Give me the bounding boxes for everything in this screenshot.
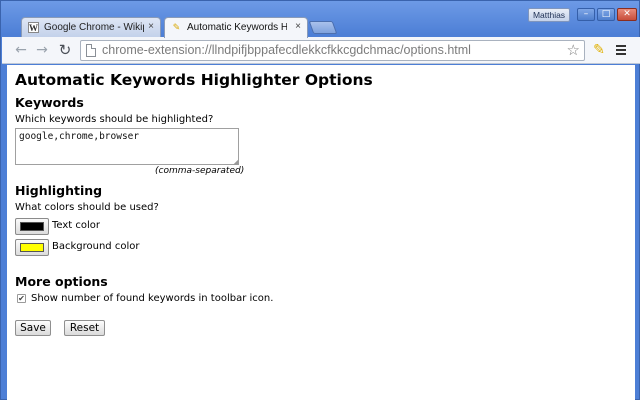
bookmark-star-icon[interactable]: ☆ bbox=[567, 41, 580, 59]
background-color-picker[interactable] bbox=[15, 239, 49, 256]
keywords-textarea[interactable]: google,chrome,browser bbox=[15, 128, 239, 165]
new-tab-button[interactable] bbox=[308, 21, 338, 34]
tab-title: Google Chrome - Wikiped bbox=[44, 22, 144, 33]
keywords-question: Which keywords should be highlighted? bbox=[15, 114, 214, 125]
show-count-checkbox[interactable]: ✔ bbox=[17, 294, 26, 303]
back-icon[interactable]: ← bbox=[12, 41, 30, 59]
tab-close-icon[interactable]: × bbox=[148, 21, 154, 32]
page-title: Automatic Keywords Highlighter Options bbox=[15, 71, 373, 89]
tab-close-icon[interactable]: × bbox=[295, 21, 301, 32]
minimize-button[interactable]: – bbox=[577, 8, 595, 21]
tab-options[interactable]: ✎ Automatic Keywords Highl × bbox=[164, 17, 308, 38]
tab-wikipedia[interactable]: W Google Chrome - Wikiped × bbox=[21, 17, 161, 37]
reset-button[interactable]: Reset bbox=[64, 320, 105, 336]
tab-title: Automatic Keywords Highl bbox=[187, 22, 287, 33]
page-icon bbox=[86, 44, 96, 57]
forward-icon[interactable]: → bbox=[33, 41, 51, 59]
keywords-hint: (comma-separated) bbox=[155, 166, 245, 176]
highlighter-extension-icon[interactable]: ✎ bbox=[590, 41, 608, 59]
more-options-heading: More options bbox=[15, 274, 108, 289]
close-window-button[interactable]: ✕ bbox=[617, 8, 637, 21]
maximize-button[interactable]: □ bbox=[597, 8, 615, 21]
highlighter-icon: ✎ bbox=[172, 22, 181, 32]
highlighting-question: What colors should be used? bbox=[15, 202, 159, 213]
reload-icon[interactable]: ↻ bbox=[56, 41, 74, 59]
background-color-swatch bbox=[20, 243, 44, 252]
browser-window: Matthias – □ ✕ W Google Chrome - Wikiped… bbox=[0, 0, 640, 400]
browser-toolbar: ← → ↻ chrome-extension://llndpifjbppafec… bbox=[2, 37, 640, 64]
options-page: Automatic Keywords Highlighter Options K… bbox=[7, 65, 635, 400]
highlighting-heading: Highlighting bbox=[15, 183, 103, 198]
url-text[interactable]: chrome-extension://llndpifjbppafecdlekkc… bbox=[102, 43, 471, 57]
text-color-picker[interactable] bbox=[15, 218, 49, 235]
user-profile-badge[interactable]: Matthias bbox=[528, 8, 570, 22]
address-bar[interactable]: chrome-extension://llndpifjbppafecdlekkc… bbox=[80, 40, 585, 61]
save-button[interactable]: Save bbox=[15, 320, 51, 336]
text-color-swatch bbox=[20, 222, 44, 231]
wikipedia-icon: W bbox=[28, 22, 39, 33]
show-count-label: Show number of found keywords in toolbar… bbox=[31, 293, 274, 304]
text-color-label: Text color bbox=[52, 220, 101, 231]
menu-icon[interactable] bbox=[614, 41, 628, 59]
keywords-heading: Keywords bbox=[15, 95, 84, 110]
background-color-label: Background color bbox=[52, 241, 140, 252]
resize-grip-icon[interactable]: ◢ bbox=[233, 158, 238, 166]
